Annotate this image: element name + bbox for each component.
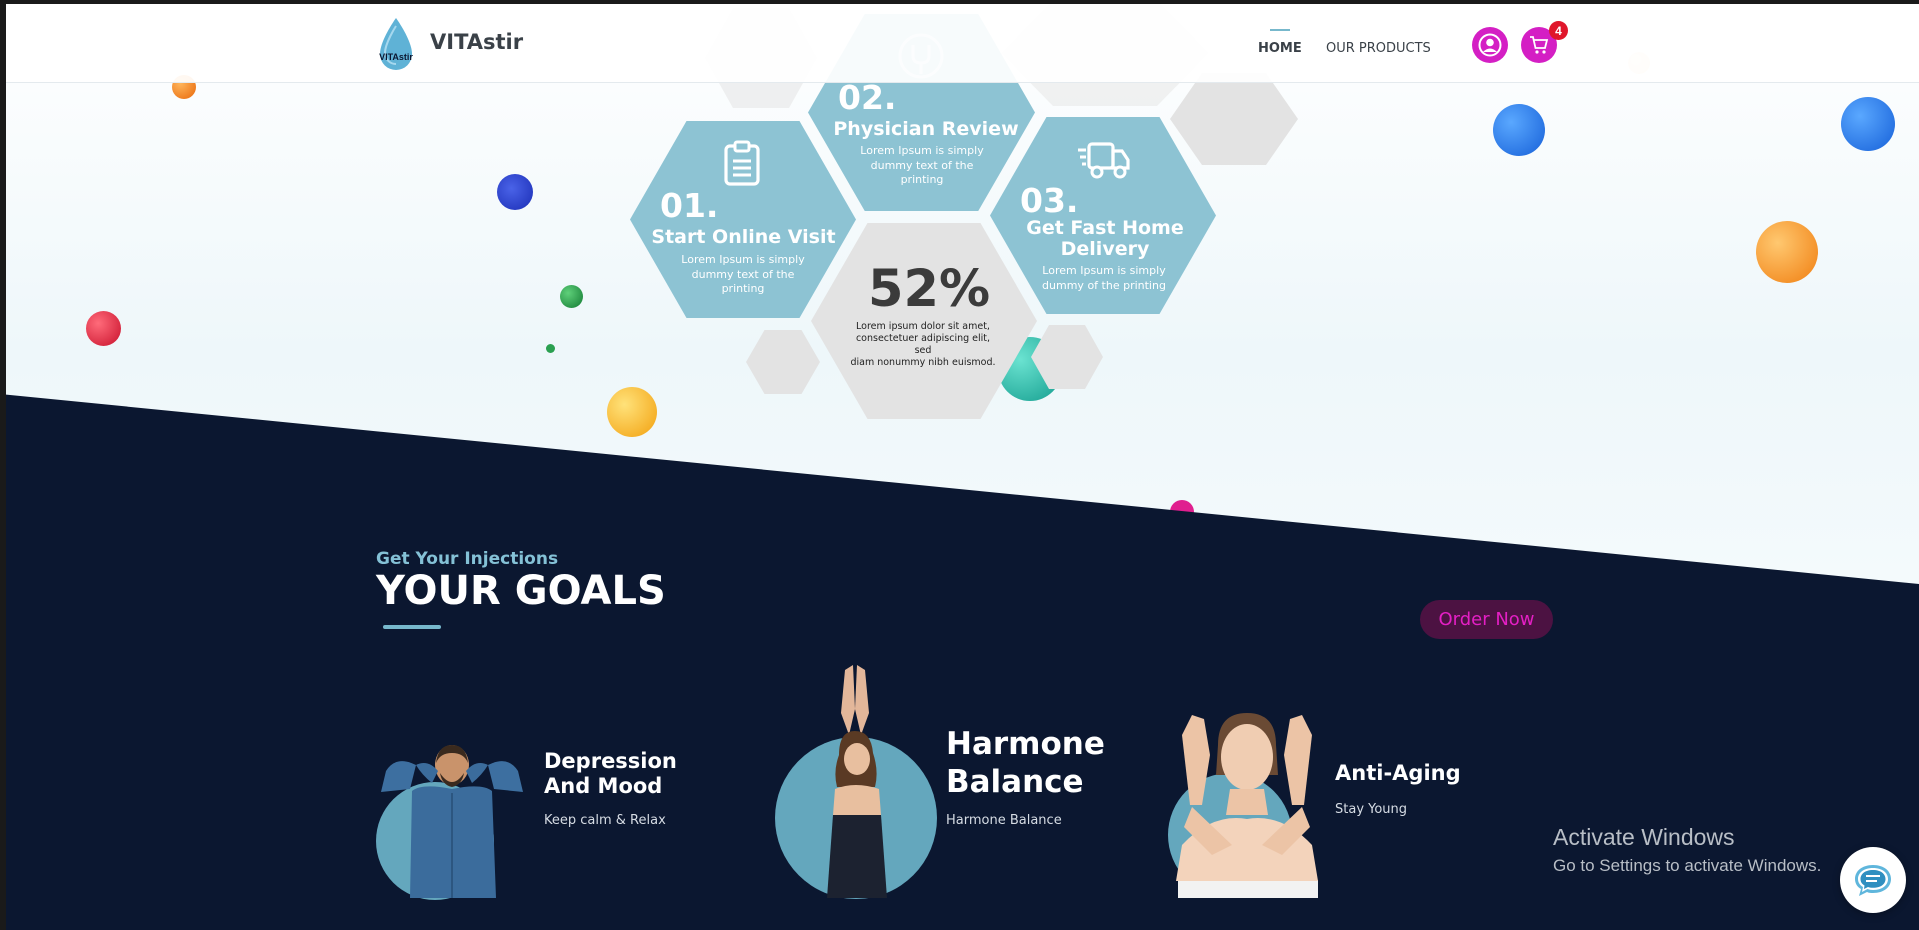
woman-yoga-image xyxy=(795,665,915,898)
goal-title: Anti-Aging xyxy=(1335,761,1461,785)
nav-home[interactable]: HOME xyxy=(1258,41,1302,56)
delivery-truck-icon xyxy=(1077,139,1131,181)
goal-subtitle: Harmone Balance xyxy=(946,813,1062,828)
decorative-yellow-ball xyxy=(607,387,657,437)
woman-anti-aging-image xyxy=(1172,695,1322,898)
goals-title-underline xyxy=(383,625,441,629)
goal-card-harmone-balance[interactable]: Harmone Balance Harmone Balance xyxy=(775,665,1115,899)
svg-text:VITAstir: VITAstir xyxy=(379,52,413,62)
goal-card-anti-aging[interactable]: Anti-Aging Stay Young xyxy=(1168,695,1488,898)
goal-title: Depression And Mood xyxy=(544,749,677,798)
goal-subtitle: Stay Young xyxy=(1335,802,1408,817)
clipboard-icon xyxy=(722,140,762,186)
step-number: 02. xyxy=(838,78,897,117)
nav-our-products[interactable]: OUR PRODUCTS xyxy=(1326,41,1431,56)
decorative-red-ball xyxy=(86,311,121,346)
decorative-blue-ball xyxy=(497,174,533,210)
decorative-orange-ball xyxy=(1756,221,1818,283)
decorative-blue-ball xyxy=(1841,97,1895,151)
page: 01. Start Online Visit Lorem Ipsum is si… xyxy=(0,0,1919,930)
decorative-green-dot xyxy=(546,344,555,353)
vitastir-logo[interactable]: VITAstir xyxy=(376,16,416,74)
step-body: Lorem Ipsum is simply dummy of the printi… xyxy=(1042,264,1166,292)
step-title: Get Fast Home Delivery xyxy=(1026,217,1184,260)
stat-description: Lorem ipsum dolor sit amet, consectetuer … xyxy=(850,321,996,368)
cart-count-badge: 4 xyxy=(1549,21,1568,40)
active-nav-indicator xyxy=(1270,29,1290,31)
goals-subtitle: Get Your Injections xyxy=(376,549,559,569)
step-number: 03. xyxy=(1020,181,1079,220)
activate-windows-title: Activate Windows xyxy=(1553,824,1735,850)
user-icon xyxy=(1478,33,1502,57)
goal-subtitle: Keep calm & Relax xyxy=(544,813,666,828)
goals-title: YOUR GOALS xyxy=(376,568,666,614)
window-left-edge xyxy=(0,0,6,930)
chat-icon xyxy=(1855,865,1891,896)
order-now-button[interactable]: Order Now xyxy=(1420,600,1553,639)
cart-icon xyxy=(1530,36,1549,54)
step-title: Physician Review xyxy=(833,118,1019,140)
decorative-green-ball xyxy=(560,285,583,308)
brand-name[interactable]: VITAstir xyxy=(430,30,523,54)
man-relaxing-image xyxy=(376,735,528,898)
step-number: 01. xyxy=(660,186,719,225)
goal-title: Harmone Balance xyxy=(946,726,1105,800)
goal-card-depression[interactable]: Depression And Mood Keep calm & Relax xyxy=(376,735,677,900)
step-body: Lorem Ipsum is simply dummy text of the pr… xyxy=(681,253,805,295)
user-account-button[interactable] xyxy=(1472,27,1508,63)
activate-windows-subtitle: Go to Settings to activate Windows. xyxy=(1553,856,1822,875)
decorative-blue-ball xyxy=(1493,104,1545,156)
chat-button[interactable] xyxy=(1840,847,1906,913)
step-title: Start Online Visit xyxy=(651,226,836,248)
step-body: Lorem Ipsum is simply dummy text of the pr… xyxy=(860,144,984,186)
site-header: VITAstir VITAstir HOME OUR PRODUCTS 4 xyxy=(6,4,1919,83)
stat-value: 52% xyxy=(868,260,991,319)
